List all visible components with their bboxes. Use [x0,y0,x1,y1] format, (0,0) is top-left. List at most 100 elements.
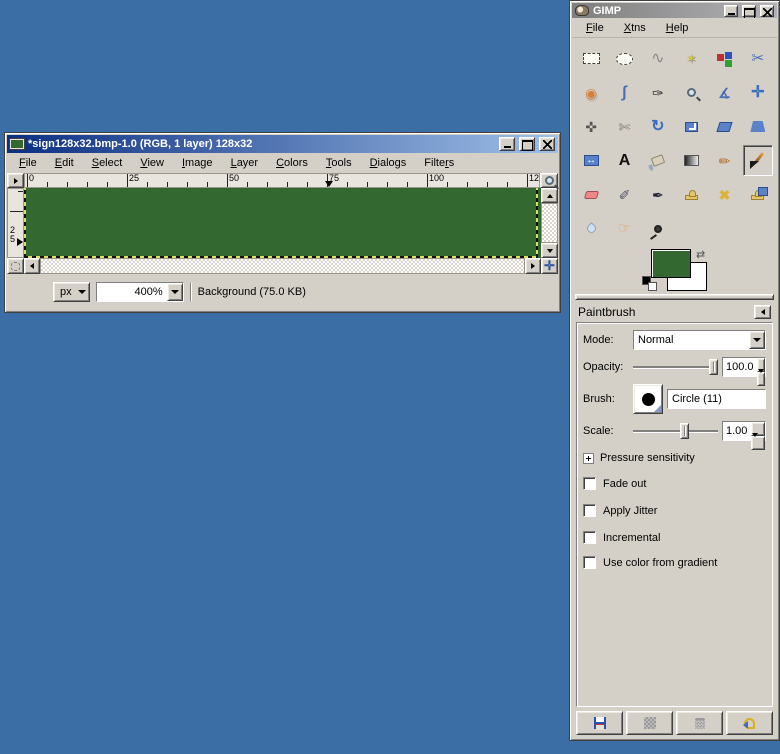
color-picker-tool[interactable]: ✑ [643,77,673,108]
clone-tool[interactable] [676,179,706,210]
swap-colors-icon[interactable]: ⇄ [696,248,705,261]
opacity-slider[interactable] [633,358,718,376]
paintbrush-tool[interactable] [743,145,773,176]
opacity-slider-handle[interactable] [709,359,718,375]
opacity-spinbox[interactable]: 100.0 [722,357,766,377]
blend-tool[interactable] [676,145,706,176]
use-color-from-gradient-option[interactable]: Use color from gradient [583,556,766,569]
zoom-follow-window-button[interactable] [540,173,558,188]
image-window-titlebar[interactable]: *sign128x32.bmp-1.0 (RGB, 1 layer) 128x3… [7,135,558,153]
scroll-down-button[interactable] [541,243,558,258]
vertical-scrollbar[interactable] [541,188,558,258]
maximize-button[interactable] [742,5,756,17]
menu-edit[interactable]: Edit [53,156,76,170]
shear-tool[interactable] [709,111,739,142]
smudge-tool[interactable]: ☞ [609,213,639,244]
pencil-tool[interactable]: ✏ [709,145,739,176]
scroll-left-button[interactable] [24,258,40,274]
mode-select[interactable]: Normal [633,330,766,350]
move-tool[interactable]: ✛ [743,77,773,108]
scroll-right-button[interactable] [525,258,541,274]
magnify-tool[interactable] [676,77,706,108]
menu-file[interactable]: File [584,21,606,35]
image-menu-corner-button[interactable] [7,173,24,188]
perspective-clone-tool[interactable] [743,179,773,210]
reset-options-button[interactable] [726,711,773,735]
ink-tool[interactable]: ✒ [643,179,673,210]
menu-view[interactable]: View [138,156,166,170]
pressure-sensitivity-expander[interactable]: Pressure sensitivity [583,452,766,464]
eraser-tool[interactable] [576,179,606,210]
default-colors-button[interactable] [642,276,658,292]
select-by-color-tool[interactable] [709,43,739,74]
menu-xtns[interactable]: Xtns [622,21,648,35]
free-select-tool[interactable]: ∿ [643,43,673,74]
fade-out-option[interactable]: Fade out [583,477,766,490]
image-canvas[interactable] [24,188,541,258]
menu-tools[interactable]: Tools [324,156,354,170]
menu-select[interactable]: Select [90,156,125,170]
heal-tool[interactable]: ✖ [709,179,739,210]
close-button[interactable] [539,137,555,151]
scroll-up-button[interactable] [541,188,558,203]
quick-mask-toggle[interactable] [7,258,24,274]
zoom-dropdown-button[interactable] [167,283,183,301]
apply-jitter-checkbox[interactable] [583,504,596,517]
incremental-option[interactable]: Incremental [583,531,766,544]
dodge-burn-tool[interactable] [643,213,673,244]
dialog-menu-button[interactable] [754,305,771,319]
menu-colors[interactable]: Colors [274,156,310,170]
maximize-button[interactable] [519,137,535,151]
unit-select[interactable]: px [53,282,90,302]
crop-tool[interactable]: ✄ [609,111,639,142]
vertical-scrollbar-trough[interactable] [541,203,558,243]
menu-dialogs[interactable]: Dialogs [368,156,409,170]
foreground-select-tool[interactable]: ◉ [576,77,606,108]
rect-select-tool[interactable] [576,43,606,74]
bucket-fill-tool[interactable] [643,145,673,176]
restore-options-button[interactable] [626,711,673,735]
scale-tool[interactable] [676,111,706,142]
blur-sharpen-tool[interactable] [576,213,606,244]
fuzzy-select-tool[interactable]: ✶ [676,43,706,74]
fade-out-checkbox[interactable] [583,477,596,490]
brush-name-entry[interactable]: Circle (11) [667,389,766,409]
use-color-from-gradient-checkbox[interactable] [583,556,596,569]
minimize-button[interactable] [499,137,515,151]
horizontal-scrollbar-trough[interactable] [40,258,525,274]
menu-help[interactable]: Help [664,21,691,35]
foreground-color-swatch[interactable] [651,249,691,278]
toolbox-titlebar[interactable]: GIMP [572,3,777,18]
text-tool[interactable]: A [609,145,639,176]
scissors-select-tool[interactable]: ✂ [743,43,773,74]
brush-preview-button[interactable] [633,384,663,414]
incremental-checkbox[interactable] [583,531,596,544]
save-options-button[interactable] [576,711,623,735]
perspective-tool[interactable] [743,111,773,142]
measure-tool[interactable]: ∡ [709,77,739,108]
pane-splitter[interactable] [575,294,774,300]
menu-filters[interactable]: Filters [422,156,456,170]
menu-image[interactable]: Image [180,156,215,170]
menu-file[interactable]: File [17,156,39,170]
delete-options-button[interactable] [676,711,723,735]
align-tool[interactable]: ✜ [576,111,606,142]
ellipse-select-tool[interactable] [609,43,639,74]
menu-layer[interactable]: Layer [229,156,261,170]
minimize-button[interactable] [724,5,738,17]
horizontal-ruler[interactable]: 0 25 50 75 100 125 [24,173,540,188]
paths-tool[interactable]: ∫ [609,77,639,108]
navigation-button[interactable]: ✛ [541,258,558,274]
vertical-ruler[interactable]: 2 5 [7,188,24,258]
horizontal-scrollbar[interactable] [24,258,541,274]
rotate-tool[interactable]: ↻ [643,111,673,142]
scale-spinbox[interactable]: 1.00 [722,421,766,441]
scale-slider[interactable] [633,422,718,440]
apply-jitter-option[interactable]: Apply Jitter [583,504,766,517]
scale-slider-handle[interactable] [680,423,689,439]
close-button[interactable] [760,5,774,17]
spin-down-button[interactable] [751,436,765,450]
airbrush-tool[interactable]: ✐ [609,179,639,210]
flip-tool[interactable]: ↔ [576,145,606,176]
mode-dropdown-button[interactable] [749,331,765,349]
